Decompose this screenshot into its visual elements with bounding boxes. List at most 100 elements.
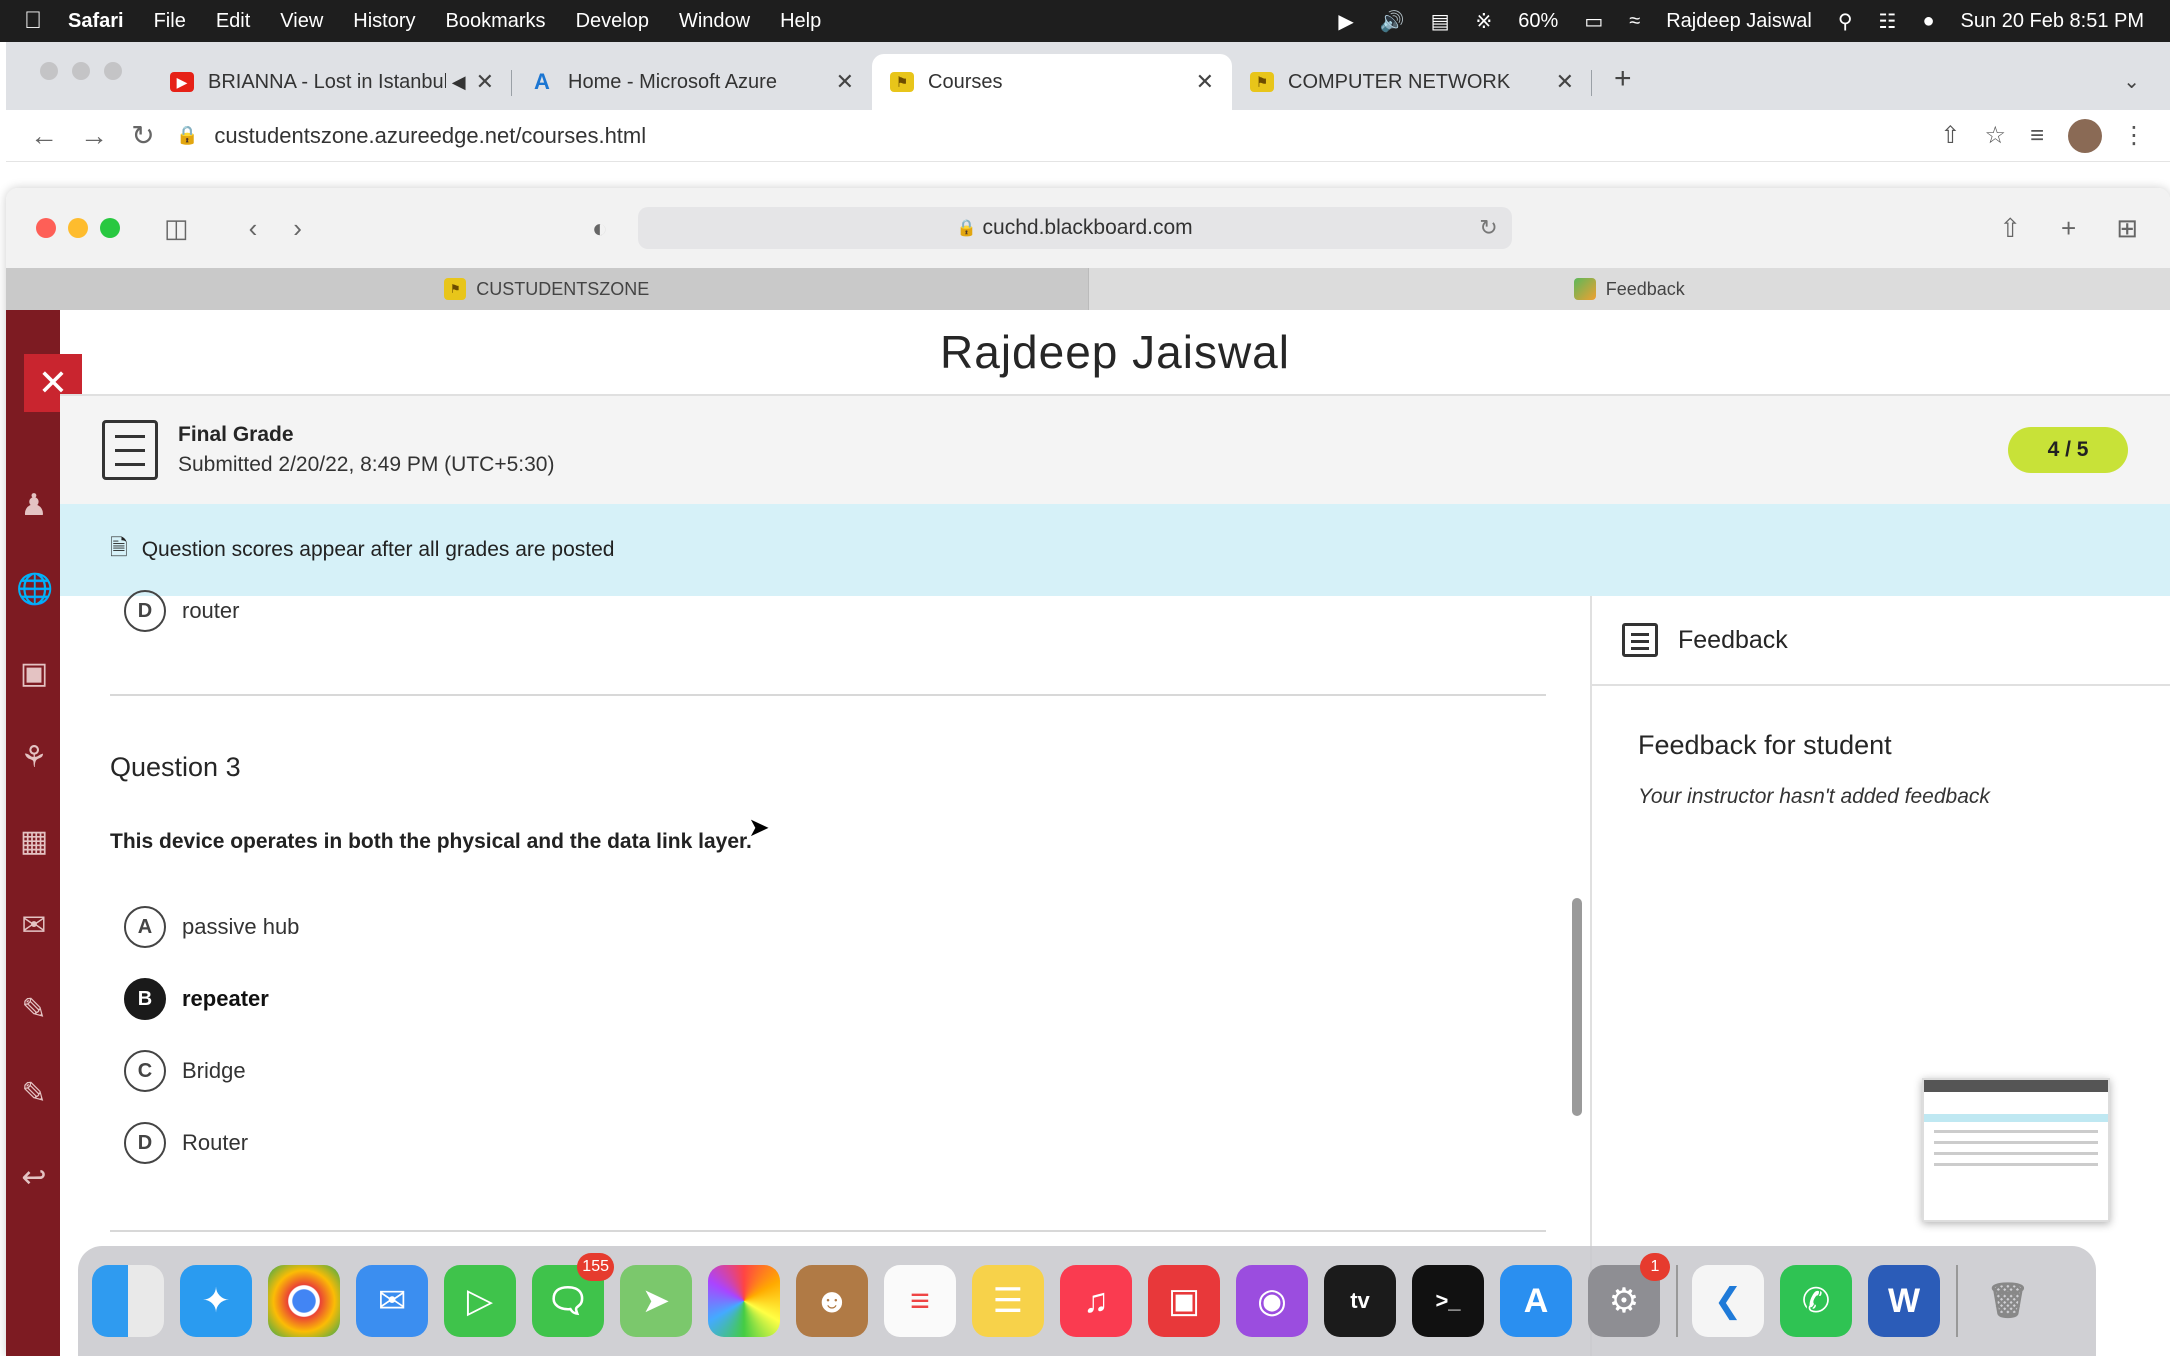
grades-icon[interactable]: ✎: [16, 992, 52, 1028]
podcasts-icon[interactable]: ◉: [1236, 1265, 1308, 1337]
apple-tv-icon[interactable]: tv: [1324, 1265, 1396, 1337]
volume-icon[interactable]: 🔊: [1380, 9, 1405, 34]
custudentszone-icon: ⚑: [890, 72, 914, 92]
menu-view[interactable]: View: [280, 10, 323, 33]
chrome-tab-courses[interactable]: ⚑ Courses ✕: [872, 54, 1232, 110]
share-icon[interactable]: ⇧: [1940, 121, 1960, 150]
reminders-icon[interactable]: ≡: [884, 1265, 956, 1337]
safari-tab-custudentszone[interactable]: ⚑ CUSTUDENTSZONE: [6, 268, 1089, 310]
menu-file[interactable]: File: [154, 10, 186, 33]
word-icon[interactable]: W: [1868, 1265, 1940, 1337]
new-tab-button[interactable]: +: [1614, 62, 1632, 96]
forward-chevron-icon[interactable]: ›: [293, 213, 302, 244]
photo-booth-icon[interactable]: ▣: [1148, 1265, 1220, 1337]
tab-overview-icon[interactable]: ⊞: [2116, 213, 2138, 244]
app-store-icon[interactable]: A: [1500, 1265, 1572, 1337]
photos-icon[interactable]: [708, 1265, 780, 1337]
forward-arrow-icon[interactable]: →: [80, 120, 108, 152]
vscode-icon[interactable]: ❮: [1692, 1265, 1764, 1337]
minimize-window-icon[interactable]: [68, 218, 88, 238]
profile-avatar[interactable]: [2068, 118, 2102, 153]
chrome-tab-computer-network[interactable]: ⚑ COMPUTER NETWORK ✕: [1232, 54, 1592, 110]
reload-icon[interactable]: ↻: [130, 119, 156, 152]
trash-icon[interactable]: 🗑: [1972, 1265, 2044, 1337]
bookmark-star-icon[interactable]: ☆: [1984, 121, 2006, 150]
chrome-tab-youtube[interactable]: ▶ BRIANNA - Lost in Istanbul ◀ ✕: [152, 54, 512, 110]
system-preferences-gear-icon[interactable]: ⚙ 1: [1588, 1253, 1670, 1337]
menu-safari[interactable]: Safari: [68, 10, 124, 33]
contacts-icon[interactable]: ☻: [796, 1265, 868, 1337]
sidebar-toggle-icon[interactable]: ◫: [164, 213, 189, 244]
play-icon[interactable]: ▶: [1338, 9, 1353, 34]
close-tab-icon[interactable]: ✕: [836, 69, 854, 95]
reload-icon[interactable]: ↻: [1479, 215, 1497, 241]
chrome-window-controls[interactable]: [40, 62, 122, 80]
close-window-icon[interactable]: [36, 218, 56, 238]
menu-bookmarks[interactable]: Bookmarks: [446, 10, 546, 33]
option-text: repeater: [182, 986, 269, 1011]
safari-compass-icon[interactable]: ✦: [180, 1265, 252, 1337]
screenshot-thumbnail[interactable]: [1922, 1078, 2110, 1222]
new-tab-icon[interactable]: +: [2061, 213, 2076, 244]
courses-icon[interactable]: ▣: [16, 656, 52, 692]
menubar-user[interactable]: Rajdeep Jaiswal: [1666, 10, 1812, 33]
chrome-icon[interactable]: [268, 1265, 340, 1337]
music-icon[interactable]: ♫: [1060, 1265, 1132, 1337]
menu-develop[interactable]: Develop: [576, 10, 649, 33]
organizations-icon[interactable]: ⚘: [16, 740, 52, 776]
control-center-icon[interactable]: ☷: [1879, 9, 1897, 34]
feedback-title: Feedback: [1678, 625, 1788, 654]
option-a: A passive hub: [124, 906, 299, 948]
profile-icon[interactable]: ♟: [16, 488, 52, 524]
menu-window[interactable]: Window: [679, 10, 750, 33]
institution-globe-icon[interactable]: 🌐: [16, 572, 53, 608]
share-icon[interactable]: ⇧: [1999, 213, 2021, 244]
safari-window-controls[interactable]: [36, 218, 120, 238]
close-tab-icon[interactable]: ✕: [1196, 69, 1214, 95]
calendar-icon[interactable]: ▦: [16, 824, 52, 860]
messages-icon[interactable]: ✉: [16, 908, 52, 944]
display-icon[interactable]: ▤: [1431, 9, 1450, 34]
more-menu-icon[interactable]: ⋮: [2122, 121, 2146, 150]
menu-help[interactable]: Help: [780, 10, 821, 33]
maps-icon[interactable]: ➤: [620, 1265, 692, 1337]
battery-icon[interactable]: ▭: [1584, 9, 1603, 34]
mail-icon[interactable]: ✉: [356, 1265, 428, 1337]
facetime-icon[interactable]: ▷: [444, 1265, 516, 1337]
sign-out-icon[interactable]: ↩: [16, 1160, 52, 1196]
safari-address-bar[interactable]: 🔒 cuchd.blackboard.com ↻: [637, 207, 1512, 249]
muted-speaker-icon[interactable]: ◀: [452, 72, 466, 93]
option-text: Router: [182, 1130, 249, 1155]
tab-title: CUSTUDENTSZONE: [476, 278, 650, 299]
notes-icon[interactable]: ☰: [972, 1265, 1044, 1337]
grade-pill[interactable]: 4 / 5: [2008, 427, 2128, 473]
siri-icon[interactable]: ●: [1922, 10, 1934, 33]
messages-icon[interactable]: 🗨 155: [532, 1253, 614, 1337]
back-arrow-icon[interactable]: ←: [30, 120, 58, 152]
back-chevron-icon[interactable]: ‹: [249, 213, 258, 244]
menu-edit[interactable]: Edit: [216, 10, 250, 33]
privacy-shield-icon[interactable]: ◐: [592, 213, 608, 244]
menu-history[interactable]: History: [353, 10, 415, 33]
apple-icon[interactable]: : [24, 7, 68, 35]
whatsapp-icon[interactable]: ✆: [1780, 1265, 1852, 1337]
dock-separator: [1676, 1265, 1678, 1337]
wifi-icon[interactable]: ≈: [1629, 10, 1640, 33]
menubar-clock[interactable]: Sun 20 Feb 8:51 PM: [1961, 10, 2144, 33]
safari-tab-feedback[interactable]: Feedback: [1089, 268, 2170, 310]
reading-list-icon[interactable]: ≡: [2030, 122, 2044, 150]
finder-icon[interactable]: [92, 1265, 164, 1337]
scrollbar-thumb[interactable]: [1572, 898, 1582, 1116]
close-tab-icon[interactable]: ✕: [1556, 69, 1574, 95]
chrome-tab-azure[interactable]: A Home - Microsoft Azure ✕: [512, 54, 872, 110]
bluetooth-icon[interactable]: ※: [1476, 9, 1493, 34]
terminal-icon[interactable]: >_: [1412, 1265, 1484, 1337]
question-text: This device operates in both the physica…: [110, 830, 752, 853]
spotlight-search-icon[interactable]: ⚲: [1838, 9, 1853, 34]
close-tab-icon[interactable]: ✕: [476, 69, 494, 95]
tools-icon[interactable]: ✎: [16, 1076, 52, 1112]
chrome-address-bar[interactable]: 🔒 custudentszone.azureedge.net/courses.h…: [176, 116, 1940, 156]
zoom-window-icon[interactable]: [100, 218, 120, 238]
tab-search-chevron-icon[interactable]: ⌄: [2123, 69, 2140, 94]
safari-tab-bar: ⚑ CUSTUDENTSZONE Feedback: [6, 268, 2170, 310]
